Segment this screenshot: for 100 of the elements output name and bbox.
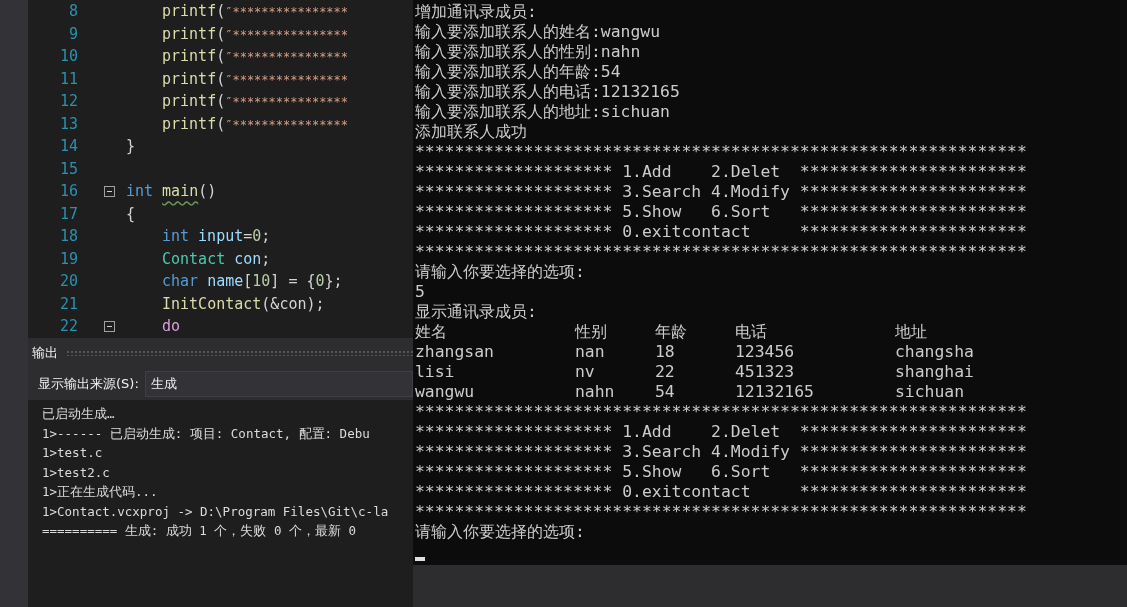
output-line: 1>------ 已启动生成: 项目: Contact, 配置: Debu: [42, 424, 371, 443]
line-number: 9: [67, 24, 78, 43]
code-token: [: [243, 272, 253, 291]
output-line: ========== 生成: 成功 1 个，失败 0 个，最新 0: [42, 522, 358, 540]
console-line: ******************** 3.Search 4.Modify ***********************: [415, 442, 1028, 462]
table-cell-text: 451323: [735, 362, 796, 382]
code-editor[interactable]: [0, 0, 413, 338]
code-token: ″****************: [225, 72, 349, 87]
table-cell-text: sichuan: [895, 382, 966, 402]
table-cell-text: 12132165: [735, 382, 815, 402]
code-token: Contact: [162, 249, 226, 268]
code-token: char: [162, 272, 199, 291]
text-cursor: [415, 557, 425, 561]
table-cell-text: shanghai: [895, 362, 975, 382]
code-token: ″****************: [225, 50, 349, 65]
console-line: ******************** 0.exitcontact ***********************: [415, 222, 1028, 242]
code-token: ″****************: [225, 117, 349, 132]
line-number: 17: [58, 204, 78, 223]
table-cell-text: lisi: [415, 362, 456, 382]
output-line: 1>test.c: [42, 444, 104, 462]
code-token: ″****************: [225, 5, 349, 20]
code-token: printf: [162, 114, 217, 133]
output-line: 1>test2.c: [42, 463, 111, 482]
table-cell-text: 性别: [575, 322, 608, 342]
line-number: 8: [67, 2, 78, 21]
code-token: (): [198, 182, 217, 201]
table-cell-text: nahn: [575, 382, 616, 402]
code-token: (&con);: [261, 294, 325, 313]
code-token: do: [162, 317, 181, 336]
table-cell-text: 22: [655, 362, 676, 382]
code-token: name: [207, 272, 244, 291]
code-token: (: [216, 2, 226, 21]
code-token: =: [243, 227, 253, 246]
code-token: ″****************: [225, 27, 349, 42]
table-cell-text: 年龄: [655, 322, 688, 342]
code-token: printf: [162, 47, 217, 66]
console-line: 输入要添加联系人的年龄:54: [415, 62, 622, 82]
line-number: 21: [58, 294, 78, 313]
code-token: int: [162, 227, 190, 246]
code-token: };: [324, 272, 343, 291]
code-token: (: [216, 47, 226, 66]
console-line: **************************************************************: [415, 402, 1028, 422]
table-cell-text: 54: [655, 382, 676, 402]
code-token: ;: [261, 249, 271, 268]
collapse-icon[interactable]: [103, 320, 115, 332]
line-number: 19: [58, 249, 78, 268]
output-line: 已启动生成…: [42, 405, 116, 423]
console-line: 显示通讯录成员:: [415, 302, 538, 322]
table-cell-text: zhangsan: [415, 342, 495, 362]
console-line: ******************** 1.Add 2.Delet ***********************: [415, 422, 1028, 442]
code-token: printf: [162, 69, 217, 88]
line-number: 22: [58, 317, 78, 336]
table-cell-text: 姓名: [415, 322, 448, 342]
code-token: ″****************: [225, 95, 349, 110]
code-token: ;: [261, 227, 271, 246]
code-token: (: [216, 24, 226, 43]
line-number: 15: [58, 159, 78, 178]
code-token: (: [216, 69, 226, 88]
output-line: 1>Contact.vcxproj -> D:\Program Files\Git\c-la: [42, 502, 390, 521]
table-cell-text: 地址: [895, 322, 928, 342]
console-line: ******************** 0.exitcontact ***********************: [415, 482, 1028, 502]
table-cell-text: changsha: [895, 342, 975, 362]
code-token: (: [216, 92, 226, 111]
console-line: **************************************************************: [415, 242, 1028, 262]
collapse-icon[interactable]: [103, 185, 115, 197]
console-line: 5: [415, 282, 426, 302]
console-line: ******************** 3.Search 4.Modify ***********************: [415, 182, 1028, 202]
code-token: (: [216, 114, 226, 133]
code-token: int: [126, 182, 154, 201]
console-line: 输入要添加联系人的地址:sichuan: [415, 102, 671, 122]
code-token: con: [234, 249, 262, 268]
code-token: printf: [162, 2, 217, 21]
source-dropdown[interactable]: 生成: [144, 371, 413, 397]
line-number: 11: [58, 69, 78, 88]
code-token: {: [126, 204, 136, 223]
console-line: 输入要添加联系人的性别:nahn: [415, 42, 642, 62]
line-number: 13: [58, 114, 78, 133]
table-cell-text: 123456: [735, 342, 796, 362]
console-line: ******************** 5.Show 6.Sort ***********************: [415, 202, 1028, 222]
line-number: 16: [58, 182, 78, 201]
console-line: ******************** 1.Add 2.Delet ***********************: [415, 162, 1028, 182]
table-cell-text: wangwu: [415, 382, 476, 402]
code-token: 0: [252, 227, 262, 246]
console-line: **************************************************************: [415, 502, 1028, 522]
console-line: 增加通讯录成员:: [415, 2, 538, 22]
code-token: printf: [162, 24, 217, 43]
table-cell-text: 18: [655, 342, 676, 362]
line-number: 20: [58, 272, 78, 291]
code-token: input: [198, 227, 244, 246]
line-number: 12: [58, 92, 78, 111]
source-label: 显示输出来源(S):: [38, 375, 139, 393]
code-token: InitContact: [162, 294, 262, 313]
line-number: 10: [58, 47, 78, 66]
console-line: 请输入你要选择的选项:: [415, 522, 586, 542]
code-token: 0: [315, 272, 325, 291]
table-cell-text: nv: [575, 362, 596, 382]
panel-title: 输出: [32, 344, 58, 362]
code-token: 10: [252, 272, 271, 291]
code-token: ] = {: [270, 272, 316, 291]
line-number: 14: [58, 137, 78, 156]
